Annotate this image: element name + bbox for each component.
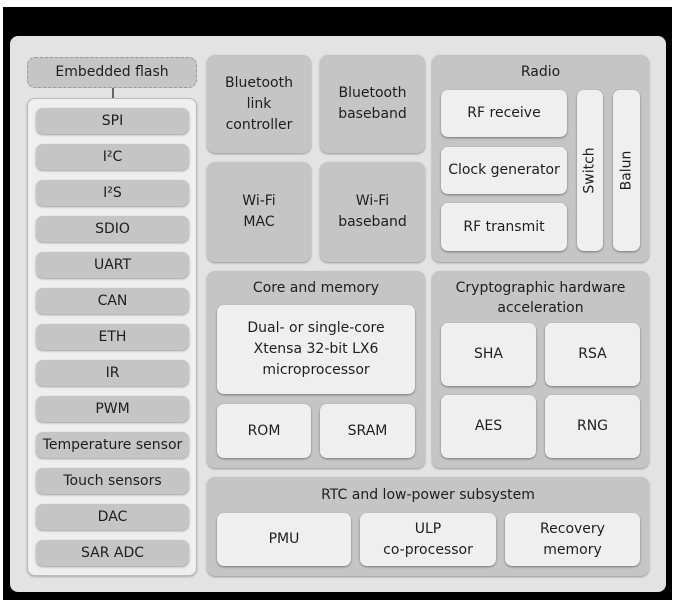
rsa: RSA: [545, 323, 640, 386]
rng: RNG: [545, 395, 640, 458]
peripheral-label: SPI: [101, 112, 124, 129]
rf-receive-label: RF receive: [467, 105, 541, 121]
embedded-flash: Embedded flash: [27, 57, 197, 88]
balun-label: Balun: [618, 150, 635, 191]
peripheral-i-c: I²C: [36, 144, 189, 170]
peripheral-dac: DAC: [36, 504, 189, 530]
rsa-label: RSA: [578, 346, 607, 362]
clock-generator: Clock generator: [441, 147, 567, 194]
peripheral-label: I²S: [103, 184, 122, 201]
peripheral-sar-adc: SAR ADC: [36, 540, 189, 566]
rf-transmit: RF transmit: [441, 203, 567, 251]
peripheral-i-s: I²S: [36, 180, 189, 206]
peripheral-label: ETH: [98, 328, 127, 345]
peripheral-label: DAC: [97, 508, 128, 525]
sram: SRAM: [320, 404, 415, 458]
sram-label: SRAM: [347, 422, 388, 439]
bluetooth-link-controller: Bluetooth link controller: [207, 55, 311, 153]
switch-label: Switch: [581, 147, 598, 194]
rom-label: ROM: [247, 422, 281, 439]
crypto-title: Cryptographic hardware acceleration: [455, 280, 626, 316]
peripheral-pwm: PWM: [36, 396, 189, 422]
peripheral-label: IR: [105, 364, 120, 381]
aes: AES: [441, 395, 536, 458]
aes-label: AES: [474, 418, 503, 434]
wifi-baseband: Wi-Fi baseband: [320, 162, 425, 262]
microprocessor: Dual- or single-core Xtensa 32-bit LX6 m…: [217, 305, 415, 394]
peripheral-eth: ETH: [36, 324, 189, 350]
core-memory-title: Core and memory: [252, 280, 380, 296]
recovery-memory-label: Recovery memory: [540, 520, 605, 558]
ulp-label: ULP co-processor: [383, 520, 473, 558]
peripheral-temperature-sensor: Temperature sensor: [36, 432, 189, 458]
radio-title: Radio: [520, 64, 561, 80]
rng-label: RNG: [576, 418, 609, 434]
peripheral-ir: IR: [36, 360, 189, 386]
sha: SHA: [441, 323, 536, 386]
balun: Balun: [613, 90, 640, 251]
peripheral-label: SAR ADC: [80, 544, 145, 561]
peripheral-label: CAN: [97, 292, 128, 309]
peripheral-uart: UART: [36, 252, 189, 278]
recovery-memory: Recovery memory: [505, 513, 640, 566]
rf-receive: RF receive: [441, 90, 567, 137]
wifi-mac-label: Wi-Fi MAC: [242, 193, 276, 230]
peripheral-label: I²C: [102, 148, 123, 165]
rf-transmit-label: RF transmit: [463, 218, 545, 235]
bluetooth-baseband-label: Bluetooth baseband: [338, 85, 407, 122]
clock-generator-label: Clock generator: [448, 162, 560, 178]
sha-label: SHA: [474, 346, 503, 362]
embedded-flash-label: Embedded flash: [55, 64, 169, 80]
peripheral-sdio: SDIO: [36, 216, 189, 242]
peripheral-label: PWM: [95, 400, 130, 417]
peripheral-label: SDIO: [95, 220, 130, 237]
microprocessor-label: Dual- or single-core Xtensa 32-bit LX6 m…: [247, 320, 385, 378]
peripheral-label: Touch sensors: [63, 472, 162, 489]
peripheral-label: Temperature sensor: [42, 436, 183, 453]
pmu-label: PMU: [268, 531, 300, 547]
bluetooth-baseband: Bluetooth baseband: [320, 55, 425, 153]
peripheral-can: CAN: [36, 288, 189, 314]
switch: Switch: [577, 90, 603, 251]
wifi-mac: Wi-Fi MAC: [207, 162, 311, 262]
peripheral-label: UART: [93, 256, 132, 273]
ulp-coprocessor: ULP co-processor: [360, 513, 496, 566]
peripheral-spi: SPI: [36, 108, 189, 134]
rtc-title: RTC and low-power subsystem: [321, 487, 535, 503]
wifi-baseband-label: Wi-Fi baseband: [338, 193, 407, 230]
pmu: PMU: [217, 513, 351, 566]
peripheral-touch-sensors: Touch sensors: [36, 468, 189, 494]
rom: ROM: [217, 404, 311, 458]
bluetooth-link-controller-label: Bluetooth link controller: [225, 74, 293, 133]
